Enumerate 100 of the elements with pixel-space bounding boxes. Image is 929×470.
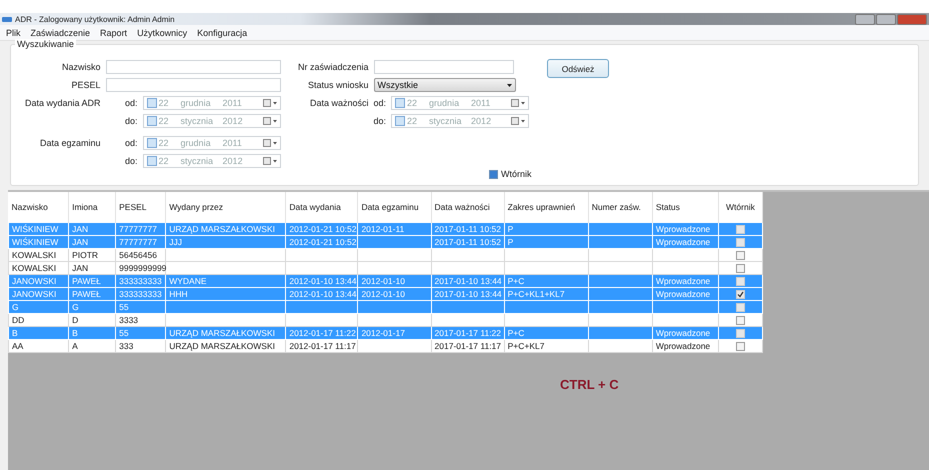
row-checkbox[interactable]	[736, 264, 745, 274]
column-header[interactable]: Data ważności	[431, 192, 504, 222]
text-field[interactable]	[106, 60, 281, 74]
row-checkbox[interactable]	[736, 290, 745, 300]
table-cell: URZĄD MARSZAŁKOWSKI	[166, 340, 286, 352]
calendar-dropdown-icon[interactable]	[262, 139, 277, 147]
table-cell: P	[504, 222, 588, 236]
table-cell: P	[504, 236, 588, 248]
field-label: Nr zaświadczenia	[298, 62, 369, 72]
date-checkbox[interactable]	[146, 116, 157, 126]
row-checkbox[interactable]	[736, 238, 745, 248]
overlay-caption: CTRL + C	[560, 377, 619, 392]
field-label: do:	[374, 116, 386, 126]
calendar-dropdown-icon[interactable]	[262, 99, 277, 107]
field-label: do:	[124, 116, 138, 126]
maximize-button[interactable]	[876, 14, 896, 24]
menu-item[interactable]: Raport	[100, 28, 128, 38]
column-header[interactable]: Data wydania	[286, 192, 358, 222]
table-cell: URZĄD MARSZAŁKOWSKI	[166, 326, 286, 340]
checkbox[interactable]	[489, 170, 498, 178]
menu-item[interactable]: Plik	[6, 28, 21, 38]
field-label: od:	[374, 98, 386, 108]
table-cell: P+C	[504, 326, 588, 340]
menu-item[interactable]: Zaświadczenie	[30, 28, 90, 38]
calendar-dropdown-icon[interactable]	[262, 117, 277, 125]
close-button[interactable]	[897, 14, 927, 24]
table-cell: PAWEŁ	[68, 274, 116, 288]
calendar-dropdown-icon[interactable]	[511, 99, 526, 107]
window-title: ADR - Zalogowany użytkownik: Admin Admin	[15, 14, 175, 24]
table-cell: Wprowadzone	[652, 326, 718, 340]
table-cell: PIOTR	[68, 248, 116, 262]
column-header[interactable]: Numer zaśw.	[588, 192, 652, 222]
table-cell: G	[8, 300, 69, 314]
row-checkbox[interactable]	[736, 329, 745, 338]
table-cell: JAN	[68, 236, 116, 248]
column-header[interactable]: Wydany przez	[166, 192, 286, 222]
table-cell: B	[68, 326, 116, 340]
refresh-button[interactable]: Odśwież	[547, 59, 609, 78]
table-cell: 2012-01-10	[358, 288, 432, 300]
table-cell: 2012-01-17 11:17	[286, 340, 358, 352]
date-checkbox[interactable]	[395, 116, 406, 126]
table-cell: 2017-01-11 10:52	[431, 222, 504, 236]
date-checkbox[interactable]	[146, 156, 157, 166]
table-cell: JANOWSKI	[8, 274, 69, 288]
column-header[interactable]: Status	[652, 192, 718, 222]
row-checkbox[interactable]	[736, 342, 745, 352]
table-cell: Wprowadzone	[652, 236, 718, 248]
table-cell: Wprowadzone	[652, 222, 718, 236]
table-cell: JANOWSKI	[8, 288, 69, 300]
table-cell: PAWEŁ	[68, 288, 116, 300]
menu-item[interactable]: Konfiguracja	[197, 28, 248, 38]
column-header[interactable]: Zakres uprawnień	[504, 192, 588, 222]
table-cell: 2012-01-21 10:52	[286, 222, 358, 236]
row-checkbox[interactable]	[736, 277, 745, 286]
row-checkbox[interactable]	[736, 303, 745, 312]
table-cell: AA	[8, 340, 69, 352]
table-cell: P+C	[504, 274, 588, 288]
field-label: Data ważności	[309, 98, 369, 108]
date-checkbox[interactable]	[146, 98, 157, 108]
row-checkbox[interactable]	[736, 316, 745, 326]
checkbox-label: Wtórnik	[501, 169, 532, 179]
column-header[interactable]: Nazwisko	[8, 192, 69, 222]
table-cell: 2012-01-10	[358, 274, 432, 288]
table-cell: 2012-01-17	[358, 326, 432, 340]
table-cell: G	[68, 300, 116, 314]
table-cell: 2012-01-11	[358, 222, 432, 236]
text-field[interactable]	[374, 60, 514, 74]
column-header[interactable]: Data egzaminu	[358, 192, 432, 222]
table-cell: 2017-01-10 13:44	[431, 288, 504, 300]
table-cell: JAN	[68, 222, 116, 236]
table-cell: HHH	[166, 288, 286, 300]
table-cell: 56456456	[116, 248, 166, 262]
field-label: Status wniosku	[307, 80, 369, 90]
row-checkbox[interactable]	[736, 225, 745, 234]
column-header[interactable]: Imiona	[68, 192, 116, 222]
table-cell: URZĄD MARSZAŁKOWSKI	[166, 222, 286, 236]
table-cell: 333333333	[116, 274, 166, 288]
table-cell: WIŚKINIEW	[8, 236, 69, 248]
minimize-button[interactable]	[855, 14, 875, 24]
column-header[interactable]: PESEL	[116, 192, 166, 222]
calendar-dropdown-icon[interactable]	[511, 117, 526, 125]
menu-item[interactable]: Użytkownicy	[137, 28, 188, 38]
date-checkbox[interactable]	[146, 138, 157, 148]
text-field[interactable]	[106, 78, 281, 92]
table-cell: P+C+KL7	[504, 340, 588, 352]
table-cell: 2017-01-10 13:44	[431, 274, 504, 288]
date-checkbox[interactable]	[395, 98, 406, 108]
table-cell: 77777777	[116, 222, 166, 236]
row-checkbox[interactable]	[736, 251, 745, 260]
field-label: od:	[124, 138, 138, 148]
status-dropdown[interactable]: Wszystkie	[374, 78, 516, 92]
table-cell: 55	[116, 300, 166, 314]
table-cell: 2012-01-10 13:44	[286, 288, 358, 300]
column-header[interactable]: Wtórnik	[718, 192, 762, 222]
table-cell: Wprowadzone	[652, 288, 718, 300]
table-cell: 333	[116, 340, 166, 352]
table-cell: KOWALSKI	[8, 248, 69, 262]
group-title: Wyszukiwanie	[15, 39, 76, 49]
table-cell: 2017-01-11 10:52	[431, 236, 504, 248]
calendar-dropdown-icon[interactable]	[262, 157, 277, 165]
